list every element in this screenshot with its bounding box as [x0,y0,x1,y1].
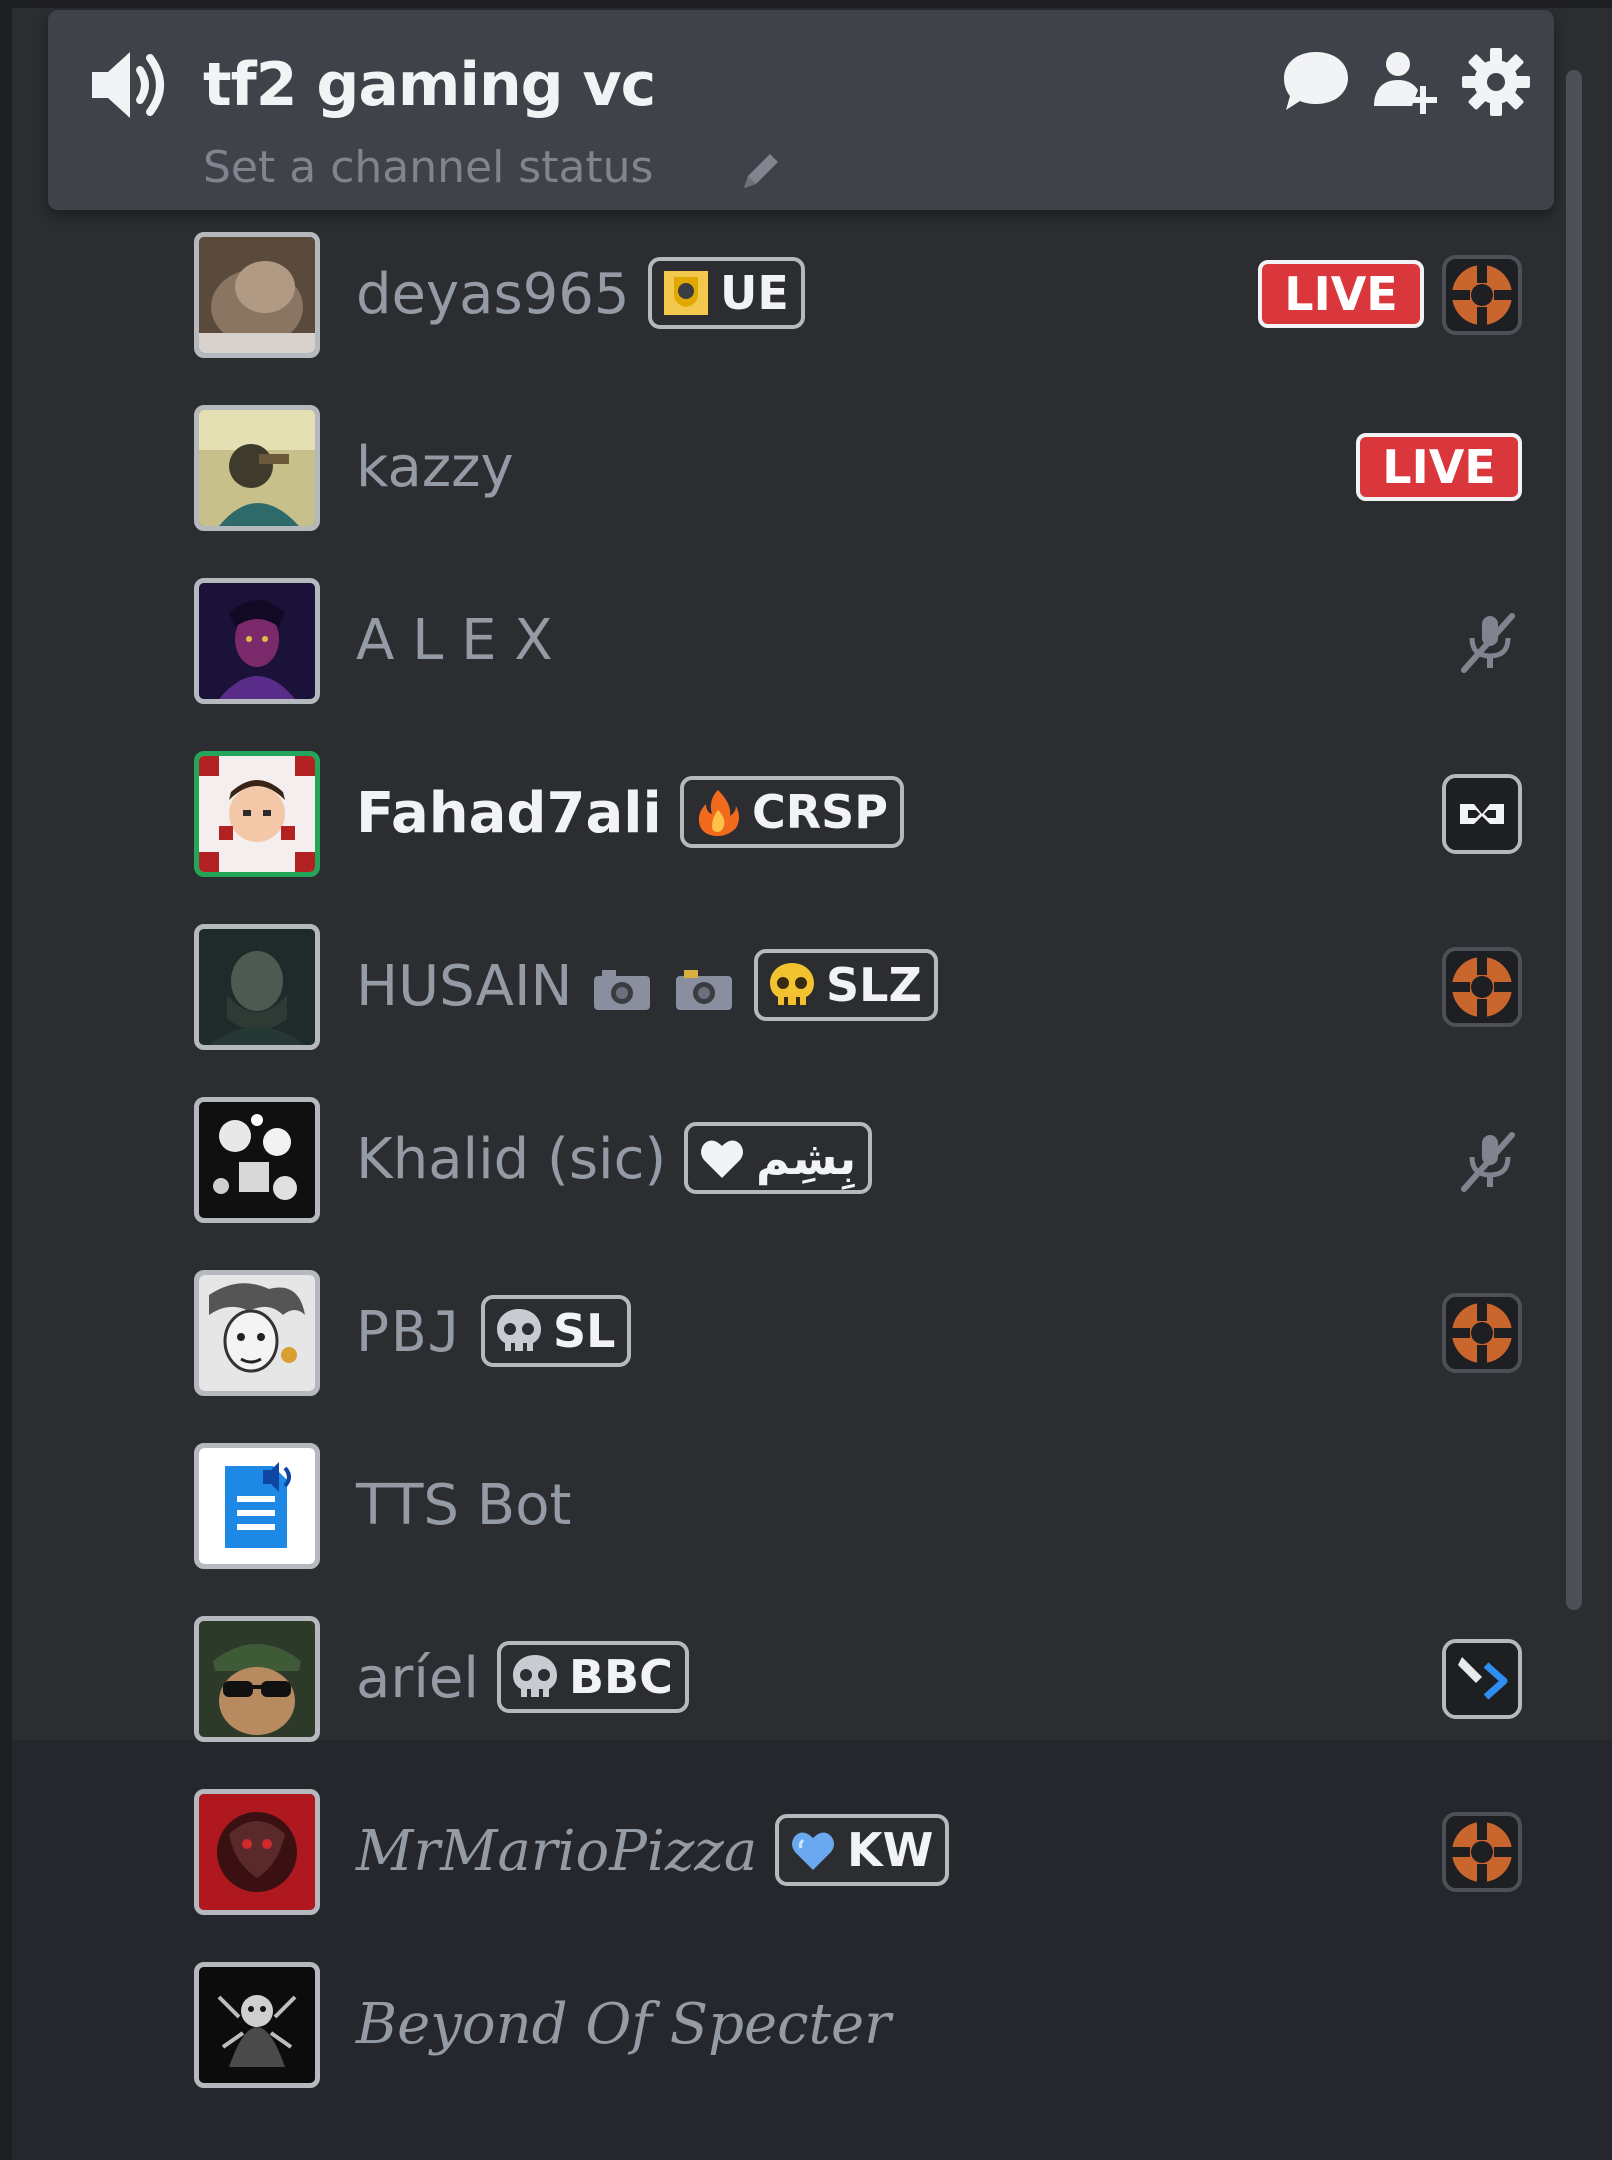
member-name: kazzy [356,435,514,500]
server-tag[interactable]: بِشِم [684,1122,873,1194]
speaker-icon [92,52,164,118]
server-tag-label: بِشِم [756,1131,857,1185]
member-row[interactable]: deyas965 UE LIVE [180,216,1540,374]
avatar [194,578,320,704]
avatar [194,1097,320,1223]
server-tag[interactable]: BBC [497,1641,689,1713]
avatar [194,751,320,877]
avatar [194,1616,320,1742]
voice-channel-panel: tf2 gaming vc Set a channel status deyas… [0,0,1612,2160]
avatar [194,924,320,1050]
member-name: A L E X [356,608,553,673]
avatar [194,1270,320,1396]
skull-gray-icon [513,1655,557,1697]
member-name: Beyond Of Specter [356,1992,891,2057]
server-tag-label: UE [720,266,789,320]
member-name: aríel [356,1646,479,1711]
member-row[interactable]: Khalid (sic) بِشِم [180,1081,1540,1239]
avatar [194,1962,320,2088]
member-name: deyas965 [356,262,630,327]
member-row[interactable]: Beyond Of Specter [180,1946,1540,2104]
server-tag[interactable]: KW [775,1814,950,1886]
member-row[interactable]: A L E X [180,562,1540,720]
server-tag[interactable]: CRSP [680,776,905,848]
left-border [0,0,12,2160]
camera-emoji-icon [594,970,650,1010]
member-row[interactable]: HUSAIN SLZ [180,908,1540,1066]
server-tag[interactable]: UE [648,257,805,329]
avatar [194,1789,320,1915]
live-badge[interactable]: LIVE [1356,433,1522,501]
member-row[interactable]: Fahad7ali CRSP [180,735,1540,893]
scrollbar[interactable] [1566,70,1582,1610]
avatar [194,1443,320,1569]
voice-channel-header[interactable]: tf2 gaming vc Set a channel status [48,10,1554,210]
member-name: Fahad7ali [356,781,662,846]
fire-icon [698,790,739,836]
member-row[interactable]: TTS Bot [180,1427,1540,1585]
skull-gold-icon [770,963,814,1005]
member-name: PBJ [356,1300,464,1365]
skull-gray-icon [497,1309,541,1351]
chat-bubble-icon[interactable] [1278,44,1354,120]
tf2-logo-icon[interactable] [1442,1812,1522,1892]
deafened-mic-icon [1461,613,1515,673]
tf2-logo-icon[interactable] [1442,947,1522,1027]
tf2-logo-icon[interactable] [1442,255,1522,335]
member-row[interactable]: MrMarioPizza KW [180,1773,1540,1931]
server-tag-label: SLZ [826,958,922,1012]
server-tag[interactable]: SLZ [754,949,938,1021]
server-tag-label: BBC [569,1650,673,1704]
member-name: TTS Bot [356,1473,572,1538]
camera-flash-emoji-icon [676,970,732,1010]
vscode-icon[interactable] [1442,1639,1522,1719]
member-name: Khalid (sic) [356,1127,667,1192]
server-tag[interactable]: SL [481,1295,632,1367]
server-tag-label: CRSP [752,785,889,839]
deafened-mic-icon [1461,1132,1515,1192]
member-name: MrMarioPizza [356,1819,758,1884]
avatar [194,232,320,358]
pencil-icon[interactable] [736,146,786,196]
heart-blue-icon [792,1832,834,1870]
live-badge[interactable]: LIVE [1258,260,1424,328]
channel-status-input[interactable]: Set a channel status [203,138,653,198]
tf2-logo-icon[interactable] [1442,1293,1522,1373]
heart-white-icon [701,1140,743,1178]
add-member-icon[interactable] [1368,44,1444,120]
member-row[interactable]: aríel BBC [180,1600,1540,1758]
avatar [194,405,320,531]
game-logo-icon[interactable] [1442,774,1522,854]
member-name: HUSAIN [356,954,573,1019]
trophy-badge-icon [664,271,708,315]
member-row[interactable]: kazzy LIVE [180,389,1540,547]
top-border [0,0,1612,8]
gear-icon[interactable] [1458,44,1534,120]
server-tag-label: SL [553,1304,616,1358]
member-row[interactable]: PBJ SL [180,1254,1540,1412]
channel-name: tf2 gaming vc [203,50,656,120]
server-tag-label: KW [847,1823,934,1877]
